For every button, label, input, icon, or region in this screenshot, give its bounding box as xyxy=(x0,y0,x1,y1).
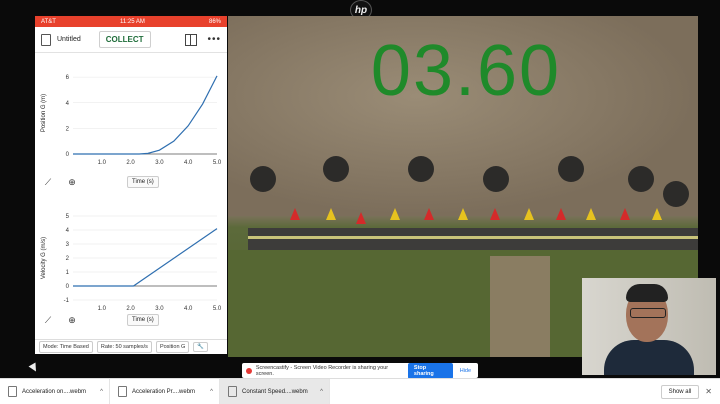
x-tick-label: 4.0 xyxy=(184,306,193,312)
graph-options-icon[interactable]: ⟋ xyxy=(41,176,55,188)
y-tick-label: 4 xyxy=(66,228,70,234)
downloads-shelf: Acceleration on....webm ^ Acceleration P… xyxy=(0,378,720,404)
sensor-chip[interactable]: Position G xyxy=(155,341,190,353)
student xyxy=(323,156,349,182)
collection-settings-bar: Mode: Time Based Rate: 50 samples/s Posi… xyxy=(35,339,227,354)
carrier-label: AT&T xyxy=(41,18,56,25)
y-tick-label: 5 xyxy=(66,214,70,220)
y-axis-label: Velocity G (m/s) xyxy=(41,237,47,279)
chevron-up-icon[interactable]: ^ xyxy=(210,389,213,395)
cone xyxy=(390,208,400,220)
x-tick-label: 4.0 xyxy=(184,160,193,166)
x-tick-label: 5.0 xyxy=(213,306,222,312)
file-icon xyxy=(8,386,17,397)
download-item[interactable]: Acceleration on....webm ^ xyxy=(0,379,110,404)
x-tick-label: 5.0 xyxy=(213,160,222,166)
file-icon xyxy=(118,386,127,397)
download-filename: Acceleration on....webm xyxy=(22,388,87,395)
y-tick-label: 0 xyxy=(66,152,70,158)
presenter-glasses xyxy=(630,308,666,318)
cone xyxy=(524,208,534,220)
student xyxy=(558,156,584,182)
collect-button[interactable]: COLLECT xyxy=(98,31,151,48)
graph-options-icon[interactable]: ⟋ xyxy=(41,314,55,326)
clock-label: 11:25 AM xyxy=(119,18,145,25)
screen-share-notice: Screencastify - Screen Video Recorder is… xyxy=(242,362,478,379)
close-icon[interactable]: ✕ xyxy=(705,387,712,396)
screencastify-icon xyxy=(246,367,252,374)
cone xyxy=(652,208,662,220)
document-icon[interactable] xyxy=(41,33,51,46)
cone xyxy=(586,208,596,220)
track-rail xyxy=(248,236,698,239)
cone xyxy=(556,208,566,220)
document-title[interactable]: Untitled xyxy=(57,36,81,43)
layout-icon[interactable] xyxy=(185,33,198,46)
x-axis-label-button[interactable]: Time (s) xyxy=(127,176,159,188)
x-tick-label: 1.0 xyxy=(98,306,107,312)
cone xyxy=(458,208,468,220)
cone xyxy=(356,212,366,224)
y-tick-label: 1 xyxy=(66,270,70,276)
zoom-icon[interactable]: ⊕ xyxy=(65,176,79,188)
presenter-shirt xyxy=(604,340,694,375)
stop-sharing-button[interactable]: Stop sharing xyxy=(407,362,453,379)
show-all-button[interactable]: Show all xyxy=(660,384,700,399)
cone xyxy=(490,208,500,220)
y-tick-label: 3 xyxy=(66,242,70,248)
x-tick-label: 2.0 xyxy=(126,306,135,312)
phone-app-panel: AT&T 11:25 AM 86% Untitled COLLECT ••• P… xyxy=(35,16,227,354)
student xyxy=(628,166,654,192)
position-graph[interactable]: Position G (m) 6 4 2 0 1.0 2.0 3.0 4.0 5.0 ⟋ ⊕ Ti… xyxy=(35,54,227,200)
x-axis-label-button[interactable]: Time (s) xyxy=(127,314,159,326)
zoom-icon[interactable]: ⊕ xyxy=(65,314,79,326)
mouse-cursor-icon xyxy=(28,362,40,374)
track xyxy=(248,228,698,250)
rate-chip[interactable]: Rate: 50 samples/s xyxy=(96,341,152,353)
student xyxy=(483,166,509,192)
y-tick-label: 2 xyxy=(66,256,70,262)
data-series-line xyxy=(73,228,218,287)
y-tick-label: 0 xyxy=(66,284,70,290)
presenter-hair xyxy=(626,284,668,302)
student xyxy=(250,166,276,192)
wrench-icon[interactable]: 🔧 xyxy=(193,342,209,352)
more-menu-icon[interactable]: ••• xyxy=(207,34,221,45)
mode-chip[interactable]: Mode: Time Based xyxy=(39,341,93,353)
student xyxy=(408,156,434,182)
data-series-line xyxy=(73,75,218,155)
y-axis-label: Position G (m) xyxy=(41,94,47,132)
battery-label: 86% xyxy=(208,18,221,25)
cone xyxy=(620,208,630,220)
file-icon xyxy=(228,386,237,397)
cone xyxy=(290,208,300,220)
y-tick-label: 6 xyxy=(66,75,70,81)
webcam-thumbnail[interactable] xyxy=(582,278,716,375)
y-tick-label: -1 xyxy=(64,298,70,304)
chevron-up-icon[interactable]: ^ xyxy=(100,389,103,395)
y-tick-label: 2 xyxy=(66,126,70,132)
hide-button[interactable]: Hide xyxy=(457,368,474,374)
timer-display: 03.60 xyxy=(370,31,562,111)
cone xyxy=(326,208,336,220)
share-notice-text: Screencastify - Screen Video Recorder is… xyxy=(255,364,389,377)
y-tick-label: 4 xyxy=(66,101,70,107)
cone xyxy=(424,208,434,220)
x-tick-label: 2.0 xyxy=(126,160,135,166)
phone-status-bar: AT&T 11:25 AM 86% xyxy=(35,16,227,27)
download-filename: Constant Speed....webm xyxy=(242,388,308,395)
app-toolbar: Untitled COLLECT ••• xyxy=(35,27,227,53)
velocity-graph[interactable]: Velocity G (m/s) 5 4 3 2 1 0 -1 1.0 2.0 3.0 4.0 5.0 … xyxy=(35,202,227,336)
download-filename: Acceleration Pr....webm xyxy=(132,388,196,395)
download-item[interactable]: Constant Speed....webm ^ xyxy=(220,379,330,404)
download-item[interactable]: Acceleration Pr....webm ^ xyxy=(110,379,220,404)
x-tick-label: 3.0 xyxy=(155,306,164,312)
dirt-patch xyxy=(490,256,550,357)
x-tick-label: 3.0 xyxy=(155,160,164,166)
chevron-up-icon[interactable]: ^ xyxy=(320,389,323,395)
student xyxy=(663,181,689,207)
x-tick-label: 1.0 xyxy=(98,160,107,166)
